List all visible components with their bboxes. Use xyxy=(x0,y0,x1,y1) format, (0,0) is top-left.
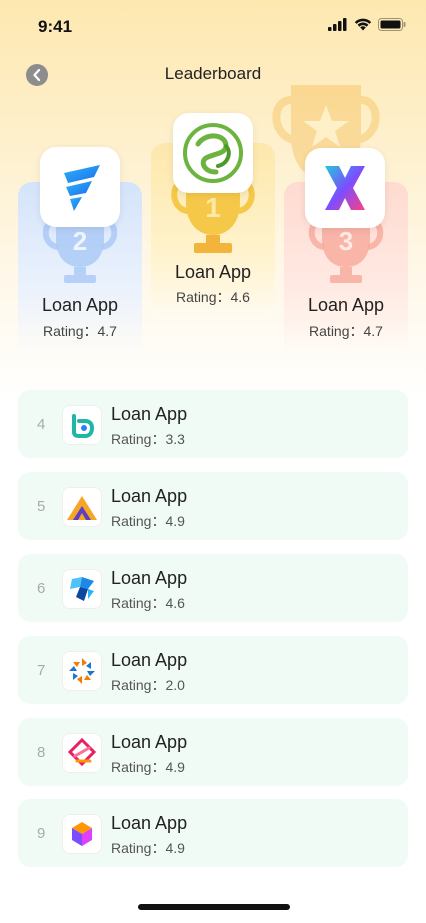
page-title: Leaderboard xyxy=(164,64,262,83)
battery-icon xyxy=(378,18,406,31)
home-indicator[interactable] xyxy=(138,904,290,910)
teal-b-logo-icon xyxy=(72,414,95,438)
cellular-signal-icon xyxy=(328,18,347,31)
wifi-icon xyxy=(354,18,372,31)
app-rating: Rating：4.6 xyxy=(111,595,185,611)
app-logo xyxy=(62,814,102,854)
status-icons xyxy=(328,18,406,31)
blue-f-logo-icon xyxy=(64,165,100,211)
app-logo xyxy=(62,405,102,445)
rank-number: 5 xyxy=(37,498,46,515)
app-logo-tile xyxy=(173,113,253,193)
app-logo-tile xyxy=(40,147,120,227)
podium-app-name: Loan App xyxy=(307,295,385,315)
app-rating: Rating：4.9 xyxy=(111,840,185,856)
list-item[interactable]: 6 Loan App Rating：4.6 xyxy=(18,554,408,622)
nav-bar: Leaderboard xyxy=(0,56,426,96)
svg-text:2: 2 xyxy=(73,226,87,256)
gradient-x-logo-icon xyxy=(325,166,365,210)
svg-text:3: 3 xyxy=(339,226,353,256)
app-name: Loan App xyxy=(111,813,188,833)
green-leaf-logo-icon xyxy=(183,123,243,183)
list-item[interactable]: 5 Loan App Rating：4.9 xyxy=(18,472,408,540)
app-name: Loan App xyxy=(111,568,188,588)
status-bar: 9:41 xyxy=(0,0,426,54)
app-rating: Rating：4.9 xyxy=(111,759,185,775)
podium-app-rating: Rating：4.6 xyxy=(176,289,250,305)
list-item[interactable]: 4 Loan App Rating：3.3 xyxy=(18,390,408,458)
app-logo xyxy=(62,569,102,609)
podium-app-rating: Rating：4.7 xyxy=(309,323,383,339)
mountain-logo-icon xyxy=(67,496,97,520)
status-time: 9:41 xyxy=(38,17,73,36)
app-name: Loan App xyxy=(111,650,188,670)
app-name: Loan App xyxy=(111,486,188,506)
app-rating: Rating：4.9 xyxy=(111,513,185,529)
app-name: Loan App xyxy=(111,404,188,424)
pinwheel-logo-icon xyxy=(69,658,95,684)
app-rating: Rating：3.3 xyxy=(111,431,185,447)
rank-number: 9 xyxy=(37,825,46,842)
app-logo-tile xyxy=(305,148,385,228)
svg-text:1: 1 xyxy=(205,192,221,223)
rank-number: 7 xyxy=(37,662,46,679)
rank-number: 4 xyxy=(37,416,46,433)
pink-diamond-logo-icon xyxy=(67,737,97,767)
app-logo xyxy=(62,651,102,691)
app-logo xyxy=(62,733,102,773)
purple-s-logo-icon xyxy=(72,822,92,846)
podium-app-name: Loan App xyxy=(174,262,252,282)
app-logo xyxy=(62,487,102,527)
list-item[interactable]: 8 Loan App Rating：4.9 xyxy=(18,718,408,786)
rank-number: 8 xyxy=(37,744,46,761)
rank-number: 6 xyxy=(37,580,46,597)
list-item[interactable]: 7 Loan App Rating：2.0 xyxy=(18,636,408,704)
podium-app-name: Loan App xyxy=(41,295,119,315)
app-name: Loan App xyxy=(111,732,188,752)
app-rating: Rating：2.0 xyxy=(111,677,185,693)
blue-cube-logo-icon xyxy=(70,577,94,601)
podium-app-rating: Rating：4.7 xyxy=(43,323,117,339)
list-item[interactable]: 9 Loan App Rating：4.9 xyxy=(18,799,408,867)
